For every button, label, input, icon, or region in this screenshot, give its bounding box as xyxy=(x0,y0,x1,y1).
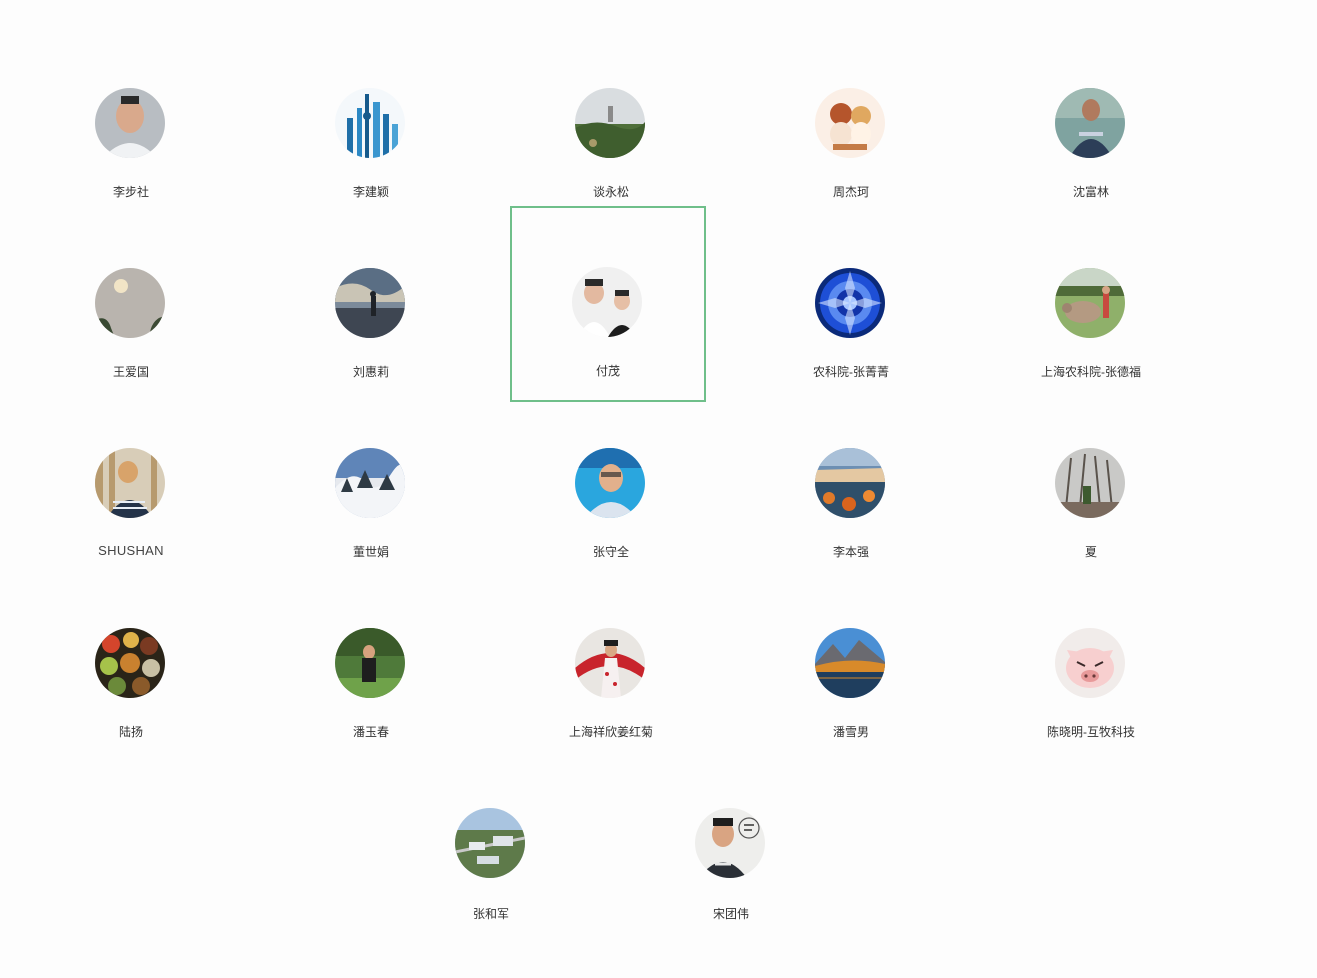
avatar xyxy=(815,268,885,338)
member-name: 夏 xyxy=(1084,545,1097,559)
avatar xyxy=(95,628,165,698)
member-name: 李建颖 xyxy=(352,185,389,199)
avatar xyxy=(575,448,645,518)
member-card[interactable]: 上海祥欣姜红菊 xyxy=(513,567,709,763)
avatar xyxy=(95,448,165,518)
member-card-selected[interactable]: 付茂 xyxy=(510,206,706,402)
member-name: 陆扬 xyxy=(118,725,143,739)
member-card[interactable]: 沈富林 xyxy=(993,27,1189,223)
avatar xyxy=(575,88,645,158)
member-name: 陈晓明-互牧科技 xyxy=(1047,725,1135,739)
avatar xyxy=(572,267,642,337)
avatar xyxy=(815,448,885,518)
avatar xyxy=(695,808,765,878)
avatar xyxy=(1055,448,1125,518)
member-card[interactable]: 董世娟 xyxy=(273,387,469,583)
member-name: 潘玉春 xyxy=(352,725,389,739)
member-card[interactable]: 刘惠莉 xyxy=(273,207,469,403)
member-card[interactable]: SHUSHAN xyxy=(33,387,229,583)
member-card[interactable]: 张守全 xyxy=(513,387,709,583)
member-card[interactable]: 陈晓明-互牧科技 xyxy=(993,567,1189,763)
member-name: 沈富林 xyxy=(1072,185,1109,199)
avatar xyxy=(335,268,405,338)
member-name: 潘雪男 xyxy=(832,725,869,739)
avatar xyxy=(1055,268,1125,338)
member-card[interactable]: 谈永松 xyxy=(513,27,709,223)
member-name: 付茂 xyxy=(595,364,620,378)
avatar xyxy=(455,808,525,878)
member-card[interactable]: 农科院-张菁菁 xyxy=(753,207,949,403)
avatar xyxy=(335,628,405,698)
member-name: 董世娟 xyxy=(352,545,389,559)
avatar xyxy=(95,268,165,338)
member-card[interactable]: 张和军 xyxy=(393,747,589,943)
member-name: 上海祥欣姜红菊 xyxy=(568,725,653,739)
member-name: 周杰珂 xyxy=(832,185,869,199)
avatar xyxy=(575,628,645,698)
member-card[interactable]: 潘玉春 xyxy=(273,567,469,763)
avatar xyxy=(95,88,165,158)
member-name: 谈永松 xyxy=(592,185,629,199)
avatar xyxy=(335,448,405,518)
avatar xyxy=(335,88,405,158)
member-card[interactable]: 李建颖 xyxy=(273,27,469,223)
member-name: 李本强 xyxy=(832,545,869,559)
member-card[interactable]: 潘雪男 xyxy=(753,567,949,763)
member-card[interactable]: 李本强 xyxy=(753,387,949,583)
member-card[interactable]: 陆扬 xyxy=(33,567,229,763)
member-card[interactable]: 王爱国 xyxy=(33,207,229,403)
member-name: 宋团伟 xyxy=(712,907,749,921)
member-name: 王爱国 xyxy=(112,365,149,379)
member-name: 刘惠莉 xyxy=(352,365,389,379)
member-name: SHUSHAN xyxy=(98,543,164,558)
member-card[interactable]: 宋团伟 xyxy=(633,747,829,943)
member-card[interactable]: 上海农科院-张德福 xyxy=(993,207,1189,403)
member-name: 张和军 xyxy=(472,907,509,921)
member-card[interactable]: 夏 xyxy=(993,387,1189,583)
member-name: 李步社 xyxy=(112,185,149,199)
avatar xyxy=(815,628,885,698)
member-grid: 李步社 李建颖 谈永松 周杰珂 沈富林 王爱国 刘惠莉 付茂 农科院-张菁菁 上… xyxy=(0,0,1317,978)
member-card[interactable]: 周杰珂 xyxy=(753,27,949,223)
member-name: 农科院-张菁菁 xyxy=(813,365,889,379)
avatar xyxy=(815,88,885,158)
member-card[interactable]: 李步社 xyxy=(33,27,229,223)
avatar xyxy=(1055,628,1125,698)
avatar xyxy=(1055,88,1125,158)
member-name: 上海农科院-张德福 xyxy=(1041,365,1141,379)
member-name: 张守全 xyxy=(592,545,629,559)
